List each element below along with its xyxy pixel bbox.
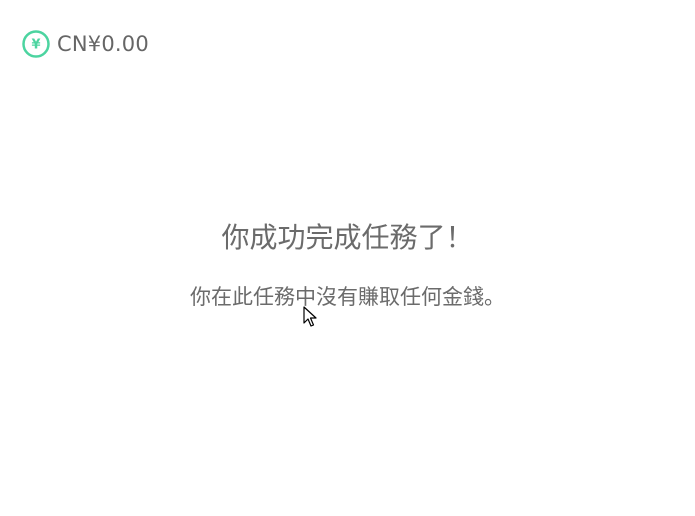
completion-title: 你成功完成任務了！ xyxy=(221,221,474,254)
task-complete-page: ¥ CN¥0.00 你成功完成任務了！ 你在此任務中沒有賺取任何金錢。 xyxy=(0,0,695,516)
yen-coin-symbol: ¥ xyxy=(31,38,40,53)
completion-message: 你成功完成任務了！ 你在此任務中沒有賺取任何金錢。 xyxy=(0,218,695,312)
yen-coin-icon: ¥ xyxy=(22,30,50,58)
balance-amount: CN¥0.00 xyxy=(57,32,149,56)
mouse-cursor-icon xyxy=(303,306,317,327)
balance-display: ¥ CN¥0.00 xyxy=(21,29,149,59)
earnings-note: 你在此任務中沒有賺取任何金錢。 xyxy=(190,285,505,309)
